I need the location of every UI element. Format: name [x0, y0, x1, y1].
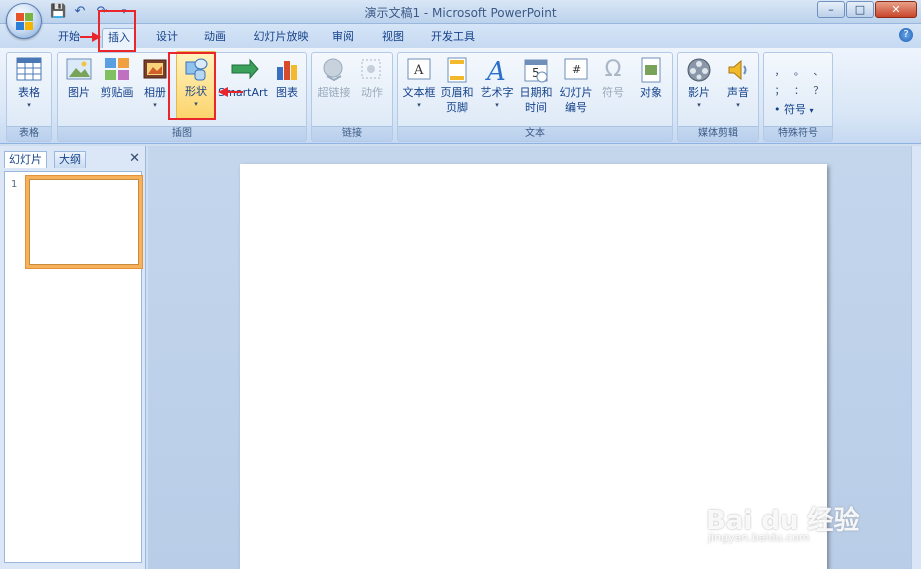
annotation-box-shapes	[168, 52, 216, 120]
textbox-icon: A	[406, 57, 432, 83]
annotation-arrow-left-icon	[218, 87, 243, 97]
close-button[interactable]: ✕	[875, 1, 917, 18]
picture-button[interactable]: 图片	[62, 55, 96, 100]
symbol-button[interactable]: Ω 符号	[596, 55, 630, 100]
photo-album-icon	[142, 57, 168, 83]
film-reel-icon	[686, 57, 712, 83]
annotation-box-insert-tab	[98, 10, 136, 52]
special-symbol-button[interactable]: • 符号 ▾	[774, 101, 814, 117]
ribbon: 表格 ▾ 表格 图片 剪贴画 相册 ▾ SmartArt 图表 插图 超链接 动…	[0, 48, 921, 144]
slide-thumbnail-list: 1	[4, 171, 143, 563]
tab-slideshow[interactable]: 幻灯片放映	[248, 28, 314, 48]
vertical-scrollbar[interactable]	[911, 146, 921, 569]
tab-animations[interactable]: 动画	[198, 28, 232, 48]
slide-thumbnail[interactable]	[25, 175, 143, 269]
action-icon	[359, 57, 385, 83]
slides-pane: 幻灯片 大纲 ✕ 1	[0, 146, 146, 569]
help-icon[interactable]: ?	[899, 28, 913, 42]
annotation-arrow-icon	[80, 32, 101, 42]
watermark-url: jingyan.baidu.com	[708, 531, 810, 544]
group-label-media: 媒体剪辑	[678, 126, 758, 141]
maximize-button[interactable]: □	[846, 1, 874, 18]
photo-album-button[interactable]: 相册 ▾	[138, 55, 172, 110]
clipart-icon	[104, 57, 130, 83]
table-button[interactable]: 表格 ▾	[11, 55, 47, 110]
hyperlink-button[interactable]: 超链接	[314, 55, 354, 100]
chart-button[interactable]: 图表	[270, 55, 304, 100]
tab-view[interactable]: 视图	[376, 28, 410, 48]
ribbon-tab-bar: 开始 插入 设计 动画 幻灯片放映 审阅 视图 开发工具 ?	[0, 24, 921, 48]
svg-text:A: A	[485, 57, 506, 83]
group-label-illustrations: 插图	[58, 126, 306, 141]
movie-button[interactable]: 影片 ▾	[680, 55, 718, 110]
header-footer-icon	[444, 57, 470, 83]
textbox-button[interactable]: A 文本框 ▾	[400, 55, 438, 110]
symbol-colon[interactable]: ：	[789, 82, 808, 97]
group-links: 超链接 动作 链接	[311, 52, 393, 142]
slide-number-button[interactable]: # 幻灯片 编号	[556, 55, 596, 115]
table-icon	[16, 57, 42, 83]
symbol-question[interactable]: ？	[809, 82, 828, 97]
symbol-period[interactable]: 。	[789, 63, 808, 78]
date-time-button[interactable]: 5 日期和 时间	[516, 55, 556, 115]
wordart-button[interactable]: A 艺术字 ▾	[478, 55, 516, 110]
tab-developer[interactable]: 开发工具	[426, 28, 480, 48]
slide-thumbnail-preview	[29, 179, 139, 265]
calendar-icon: 5	[523, 57, 549, 83]
slide-number-icon: #	[563, 57, 589, 83]
svg-text:A: A	[413, 63, 424, 78]
group-label-special-symbols: 特殊符号	[764, 126, 832, 141]
symbol-dot-icon: •	[774, 103, 781, 116]
minimize-button[interactable]: –	[817, 1, 845, 18]
symbol-comma[interactable]: ，	[770, 63, 789, 78]
slide-number: 1	[11, 179, 18, 190]
tab-slides[interactable]: 幻灯片	[4, 151, 47, 168]
office-logo-icon	[16, 13, 34, 31]
object-button[interactable]: 对象	[634, 55, 668, 100]
svg-text:#: #	[572, 63, 581, 76]
group-media: 影片 ▾ 声音 ▾ 媒体剪辑	[677, 52, 759, 142]
header-footer-button[interactable]: 页眉和 页脚	[438, 55, 476, 115]
clipart-button[interactable]: 剪贴画	[98, 55, 136, 100]
window-title: 演示文稿1 - Microsoft PowerPoint	[364, 6, 557, 20]
window-controls: – □ ✕	[817, 1, 917, 18]
sound-button[interactable]: 声音 ▾	[720, 55, 756, 110]
action-button[interactable]: 动作	[354, 55, 390, 100]
group-label-tables: 表格	[7, 126, 51, 141]
picture-icon	[66, 57, 92, 83]
speaker-icon	[725, 57, 751, 83]
group-label-text: 文本	[398, 126, 672, 141]
chart-icon	[274, 57, 300, 83]
slides-pane-tabs: 幻灯片 大纲 ✕	[0, 149, 146, 169]
tab-review[interactable]: 审阅	[326, 28, 360, 48]
pane-close-icon[interactable]: ✕	[129, 151, 140, 166]
omega-icon: Ω	[604, 57, 622, 82]
tab-design[interactable]: 设计	[150, 28, 184, 48]
symbol-gallery: ， 。 、 ； ： ？	[770, 63, 828, 97]
group-tables: 表格 ▾ 表格	[6, 52, 52, 142]
group-label-links: 链接	[312, 126, 392, 141]
title-bar: 💾 ↶ ↷ ▾ 演示文稿1 - Microsoft PowerPoint – □…	[0, 0, 921, 24]
symbol-semicolon[interactable]: ；	[770, 82, 789, 97]
smartart-icon	[230, 57, 259, 83]
object-icon	[638, 57, 664, 83]
office-button[interactable]	[6, 3, 42, 39]
wordart-icon: A	[484, 57, 510, 87]
group-text: A 文本框 ▾ 页眉和 页脚 A 艺术字 ▾ 5 日期和 时间 # 幻灯片 编号…	[397, 52, 673, 142]
group-special-symbols: ， 。 、 ； ： ？ • 符号 ▾ 特殊符号	[763, 52, 833, 142]
tab-outline[interactable]: 大纲	[54, 151, 86, 168]
hyperlink-icon	[321, 57, 347, 83]
symbol-enum-comma[interactable]: 、	[809, 63, 828, 78]
